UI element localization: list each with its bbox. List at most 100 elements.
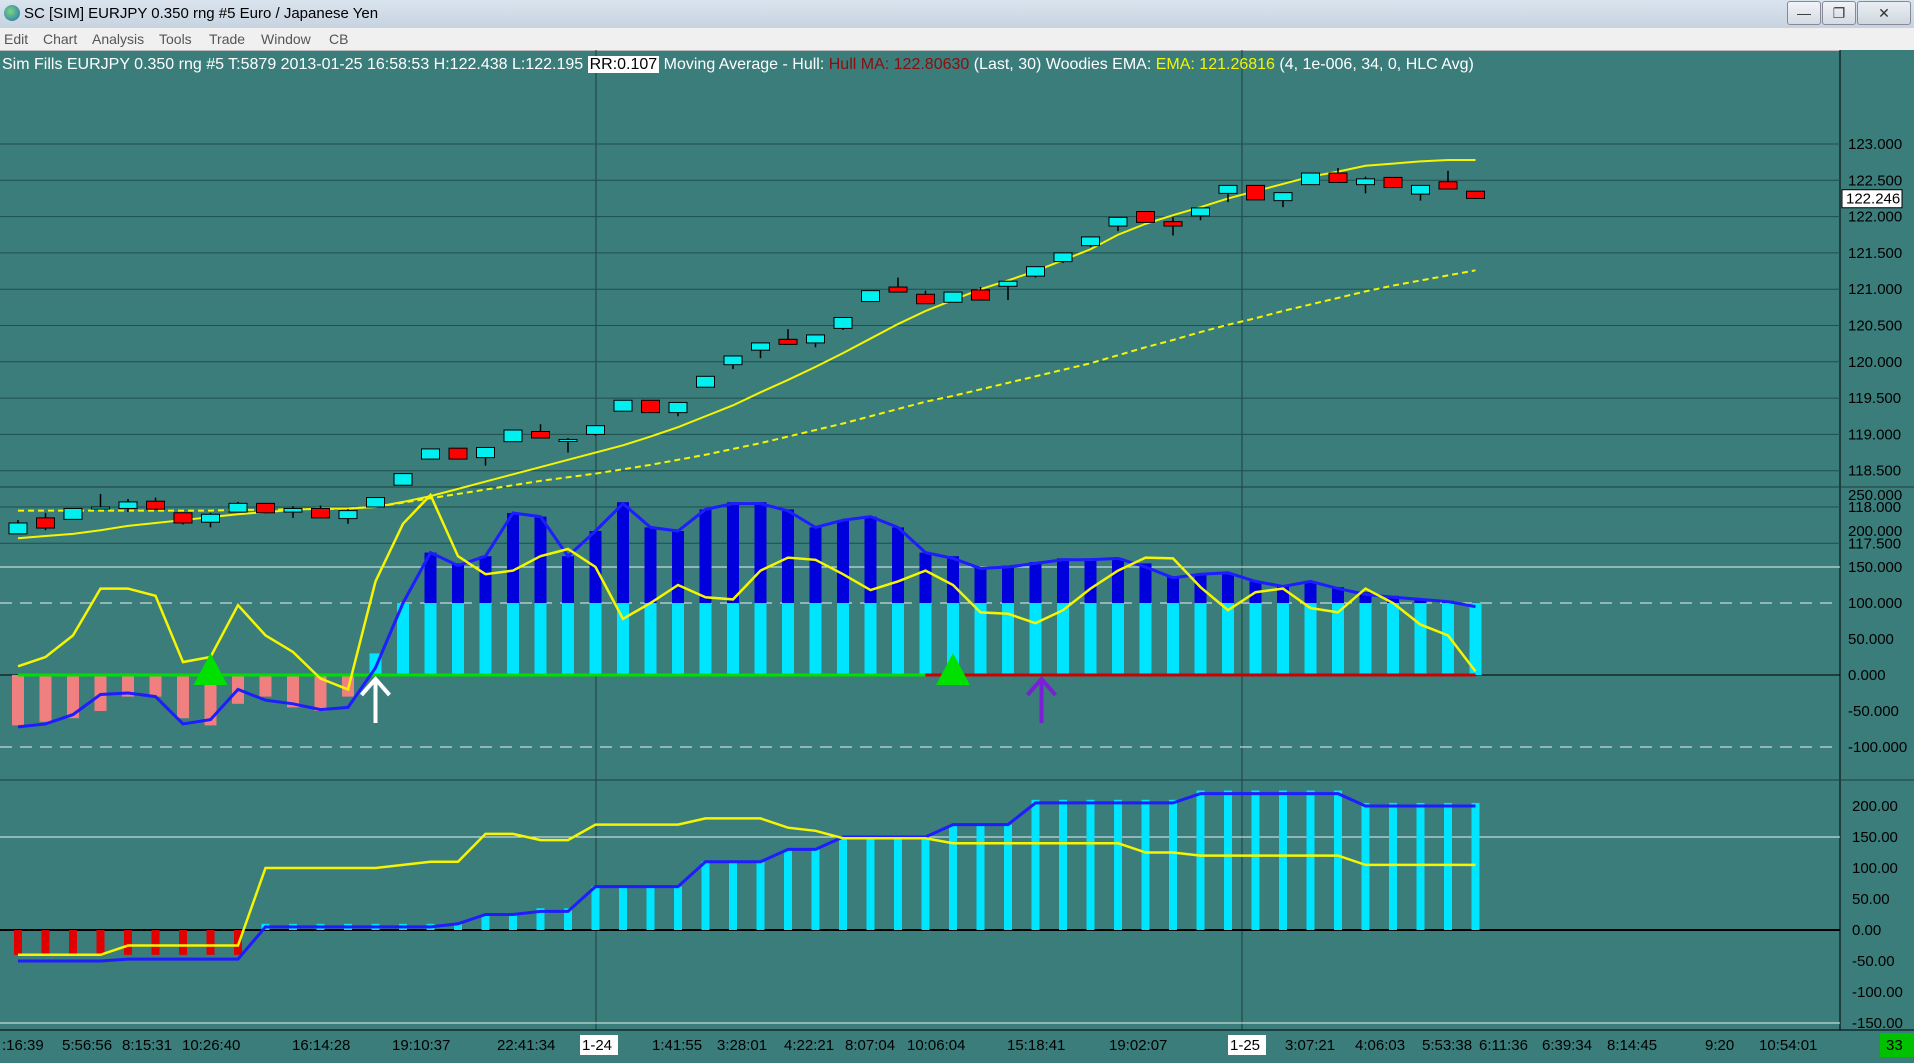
cci-bar-positive bbox=[1414, 603, 1427, 675]
menu-analysis[interactable]: Analysis bbox=[92, 31, 144, 47]
candle-down bbox=[1466, 190, 1485, 199]
cci-bar-positive bbox=[1029, 603, 1042, 675]
time-axis-label: 6:39:34 bbox=[1542, 1037, 1592, 1054]
cci-bar-negative bbox=[259, 675, 272, 697]
cci-bar-positive bbox=[864, 603, 877, 675]
cci-bar-dark bbox=[452, 563, 464, 603]
lower-bar-negative bbox=[179, 930, 187, 955]
time-axis-label: 19:02:07 bbox=[1109, 1037, 1167, 1054]
candle-down bbox=[1438, 181, 1458, 190]
cci-bar-dark bbox=[1029, 561, 1042, 603]
cci-bar-dark bbox=[644, 527, 657, 603]
candle-up bbox=[1301, 172, 1320, 186]
lower-axis-label: 50.00 bbox=[1852, 891, 1890, 908]
price-axis-label: 123.000 bbox=[1848, 136, 1902, 153]
minimize-button[interactable]: — bbox=[1787, 1, 1821, 25]
menu-tools[interactable]: Tools bbox=[159, 31, 192, 47]
cci-bar-dark bbox=[1304, 581, 1317, 603]
time-axis-label: 3:07:21 bbox=[1285, 1037, 1335, 1054]
lower-bar-positive bbox=[1251, 790, 1260, 930]
menu-chart[interactable]: Chart bbox=[43, 31, 77, 47]
cci-bar-negative bbox=[12, 675, 24, 726]
time-axis-label: 4:22:21 bbox=[784, 1037, 834, 1054]
time-axis-label: 4:06:03 bbox=[1355, 1037, 1405, 1054]
candle-up bbox=[118, 501, 138, 509]
lower-bar-negative bbox=[151, 930, 160, 955]
cci-bar-positive bbox=[479, 603, 492, 675]
candle-down bbox=[256, 502, 275, 514]
cci-bar-dark bbox=[1222, 574, 1234, 603]
cci-bar-positive bbox=[809, 603, 822, 675]
price-axis-label: 120.500 bbox=[1848, 318, 1902, 335]
cci-bar-dark bbox=[617, 502, 629, 603]
lower-bar-positive bbox=[1169, 799, 1177, 930]
cci-bar-dark bbox=[1112, 558, 1124, 603]
lower-bar-positive bbox=[1059, 799, 1067, 930]
time-axis-label: 1:41:55 bbox=[652, 1037, 702, 1054]
menu-trade[interactable]: Trade bbox=[209, 31, 245, 47]
lower-bar-positive bbox=[976, 824, 985, 930]
candle-down bbox=[146, 500, 165, 510]
menu-cb[interactable]: CB bbox=[329, 31, 348, 47]
time-axis-label: 8:07:04 bbox=[845, 1037, 895, 1054]
candle-up bbox=[338, 510, 358, 520]
candle-up bbox=[1026, 266, 1045, 277]
lower-bar-positive bbox=[509, 914, 517, 930]
candle-down bbox=[641, 399, 660, 414]
cci-axis-label: -50.000 bbox=[1848, 703, 1899, 720]
lower-bar-positive bbox=[1389, 802, 1397, 930]
time-axis-label: 15:18:41 bbox=[1007, 1037, 1065, 1054]
restore-button[interactable]: ❐ bbox=[1822, 1, 1856, 25]
lower-bar-negative bbox=[124, 930, 132, 955]
lower-bar-positive bbox=[894, 837, 902, 930]
cci-bar-positive bbox=[617, 603, 629, 675]
candle-up bbox=[393, 473, 413, 486]
lower-axis-label: -150.00 bbox=[1852, 1015, 1903, 1032]
rr-badge: RR:0.107 bbox=[587, 56, 660, 73]
candle-down bbox=[311, 507, 330, 519]
candle-up bbox=[1053, 252, 1073, 263]
menu-edit[interactable]: Edit bbox=[4, 31, 28, 47]
lower-bar-positive bbox=[1114, 799, 1122, 930]
chart-canvas[interactable]: 123.000 122.500 122.000 121.500 121.000 120.5… bbox=[0, 50, 1914, 1063]
price-axis-label: 119.500 bbox=[1848, 390, 1901, 407]
lower-bar-positive bbox=[949, 824, 957, 930]
lower-bar-positive bbox=[619, 886, 627, 930]
candle-up bbox=[228, 502, 248, 513]
time-axis-label: 6:11:36 bbox=[1479, 1037, 1528, 1054]
cci-bar-dark bbox=[672, 531, 684, 603]
cci-axis-label: 200.000 bbox=[1848, 523, 1902, 540]
menu-window[interactable]: Window bbox=[261, 31, 311, 47]
time-axis-label: :16:39 bbox=[2, 1037, 44, 1054]
lower-bar-negative bbox=[14, 930, 22, 955]
lower-bar-positive bbox=[866, 837, 875, 930]
candle-down bbox=[1328, 172, 1348, 183]
lower-bar-positive bbox=[1004, 824, 1012, 930]
lower-bar-positive bbox=[701, 861, 710, 930]
cci-bar-dark bbox=[479, 556, 492, 603]
title-bar: SC [SIM] EURJPY 0.350 rng #5 Euro / Japa… bbox=[0, 0, 1914, 29]
lower-bar-positive bbox=[811, 849, 820, 930]
lower-bar-positive bbox=[839, 837, 847, 930]
candle-down bbox=[1136, 211, 1155, 223]
candle-down bbox=[173, 512, 193, 524]
cci-bar-dark bbox=[837, 520, 849, 603]
time-axis-label: 10:26:40 bbox=[182, 1037, 240, 1054]
woodies-ema-line bbox=[18, 269, 1476, 512]
candle-down bbox=[888, 286, 908, 293]
lower-bar-positive bbox=[1141, 799, 1150, 930]
cci-bar-positive bbox=[1112, 603, 1124, 675]
candle-down bbox=[448, 447, 468, 460]
cci-bar-positive bbox=[1139, 603, 1152, 675]
cci-bar-dark bbox=[1057, 558, 1069, 603]
app-globe-icon bbox=[4, 5, 20, 21]
lower-bar-negative bbox=[41, 930, 50, 955]
time-axis-label: 19:10:37 bbox=[392, 1037, 450, 1054]
candle-up bbox=[696, 375, 715, 388]
lower-bar-negative bbox=[206, 930, 215, 955]
close-button[interactable]: ✕ bbox=[1857, 1, 1911, 25]
candle-down bbox=[1246, 184, 1265, 201]
time-axis-label: 22:41:34 bbox=[497, 1037, 555, 1054]
cci-bar-positive bbox=[562, 603, 574, 675]
cci-axis-label: 100.000 bbox=[1848, 595, 1902, 612]
